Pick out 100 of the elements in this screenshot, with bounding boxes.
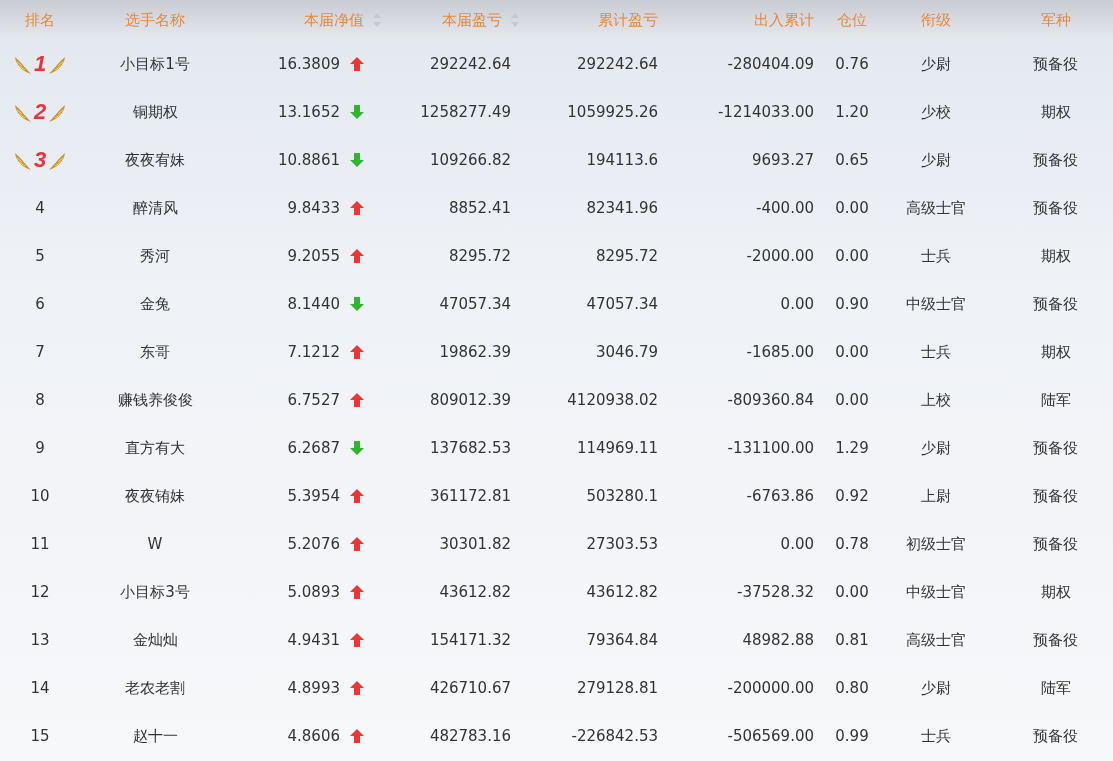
total-profit-value: 4120938.02 — [567, 391, 658, 409]
player-name: 金兔 — [140, 294, 170, 314]
branch-label: 预备役 — [1033, 438, 1078, 458]
position-value: 0.00 — [835, 343, 869, 361]
player-name: 小目标1号 — [120, 54, 190, 74]
grade-label: 高级士官 — [906, 630, 966, 650]
grade-label: 少尉 — [921, 150, 951, 170]
grade-label: 士兵 — [921, 246, 951, 266]
grade-label: 上校 — [921, 390, 951, 410]
net-value: 6.2687 — [287, 439, 340, 457]
column-header: 出入累计 — [754, 10, 814, 30]
rank-number: 11 — [30, 535, 50, 553]
position-value: 0.81 — [835, 631, 869, 649]
branch-label: 预备役 — [1033, 294, 1078, 314]
flow-value: -1685.00 — [746, 343, 814, 361]
sort-icon[interactable] — [510, 12, 520, 28]
branch-label: 陆军 — [1040, 678, 1071, 698]
profit-value: 43612.82 — [439, 583, 511, 601]
grade-label: 少校 — [921, 102, 951, 122]
profit-value: 8295.72 — [448, 247, 511, 265]
grade-label: 高级士官 — [906, 198, 966, 218]
profit-value: 137682.53 — [429, 439, 511, 457]
net-value: 4.8606 — [287, 727, 340, 745]
column-header[interactable]: 本届盈亏 — [442, 10, 502, 30]
rank-number: 15 — [30, 727, 50, 745]
grade-label: 中级士官 — [906, 582, 966, 602]
player-name: 夜夜宥妹 — [125, 150, 185, 170]
flow-value: -2000.00 — [746, 247, 814, 265]
column-header: 选手名称 — [125, 10, 185, 30]
branch-label: 预备役 — [1033, 630, 1078, 650]
column-header: 排名 — [25, 10, 55, 30]
sort-icon[interactable] — [372, 12, 382, 28]
net-value: 6.7527 — [287, 391, 340, 409]
flow-value: 0.00 — [780, 295, 814, 313]
player-name: 铜期权 — [132, 102, 178, 122]
position-value: 0.00 — [835, 199, 869, 217]
profit-value: 482783.16 — [429, 727, 511, 745]
rank-number: 2 — [33, 99, 47, 125]
position-value: 1.20 — [835, 103, 869, 121]
player-name: 醉清风 — [132, 198, 178, 218]
total-profit-value: 47057.34 — [586, 295, 658, 313]
position-value: 0.90 — [835, 295, 869, 313]
rank-number: 14 — [30, 679, 50, 697]
flow-value: -200000.00 — [727, 679, 814, 697]
branch-label: 预备役 — [1033, 534, 1078, 554]
profit-value: 426710.67 — [429, 679, 511, 697]
position-value: 0.00 — [835, 247, 869, 265]
branch-label: 预备役 — [1033, 486, 1078, 506]
flow-value: 0.00 — [780, 535, 814, 553]
profit-value: 1258277.49 — [420, 103, 511, 121]
profit-value: 8852.41 — [448, 199, 511, 217]
profit-value: 30301.82 — [439, 535, 511, 553]
player-name: W — [147, 535, 163, 553]
position-value: 0.99 — [835, 727, 869, 745]
total-profit-value: 1059925.26 — [567, 103, 658, 121]
rank-number: 12 — [30, 583, 50, 601]
column-header: 衔级 — [921, 10, 951, 30]
player-name: 小目标3号 — [120, 582, 190, 602]
column-header[interactable]: 本届净值 — [304, 10, 364, 30]
column-header: 军种 — [1040, 10, 1071, 30]
net-value: 8.1440 — [287, 295, 340, 313]
flow-value: -506569.00 — [727, 727, 814, 745]
branch-label: 期权 — [1040, 582, 1071, 602]
column-header: 累计盈亏 — [598, 10, 658, 30]
net-value: 10.8861 — [277, 151, 340, 169]
player-name: 金灿灿 — [132, 630, 178, 650]
profit-value: 154171.32 — [429, 631, 511, 649]
net-value: 13.1652 — [277, 103, 340, 121]
flow-value: -400.00 — [756, 199, 814, 217]
total-profit-value: 82341.96 — [586, 199, 658, 217]
position-value: 0.78 — [835, 535, 869, 553]
player-name: 赵十一 — [132, 726, 178, 746]
total-profit-value: 292242.64 — [576, 55, 658, 73]
grade-label: 少尉 — [921, 678, 951, 698]
player-name: 夜夜铕妹 — [125, 486, 185, 506]
branch-label: 预备役 — [1033, 54, 1078, 74]
rank-number: 1 — [33, 51, 47, 77]
profit-value: 809012.39 — [429, 391, 511, 409]
branch-label: 期权 — [1040, 102, 1071, 122]
profit-value: 109266.82 — [429, 151, 511, 169]
player-name: 赚钱养俊俊 — [117, 390, 193, 410]
player-name: 东哥 — [140, 342, 170, 362]
column-header: 仓位 — [837, 10, 867, 30]
rank-number: 10 — [30, 487, 50, 505]
net-value: 5.3954 — [287, 487, 340, 505]
flow-value: -37528.32 — [737, 583, 814, 601]
position-value: 0.92 — [835, 487, 869, 505]
net-value: 4.8993 — [287, 679, 340, 697]
total-profit-value: 279128.81 — [576, 679, 658, 697]
rank-number: 5 — [35, 247, 45, 265]
player-name: 直方有大 — [125, 438, 185, 458]
branch-label: 期权 — [1040, 246, 1071, 266]
net-value: 9.2055 — [287, 247, 340, 265]
grade-label: 少尉 — [921, 54, 951, 74]
position-value: 0.65 — [835, 151, 869, 169]
net-value: 5.2076 — [287, 535, 340, 553]
player-name: 秀河 — [140, 246, 170, 266]
branch-label: 预备役 — [1033, 726, 1078, 746]
total-profit-value: 3046.79 — [595, 343, 658, 361]
profit-value: 19862.39 — [439, 343, 511, 361]
